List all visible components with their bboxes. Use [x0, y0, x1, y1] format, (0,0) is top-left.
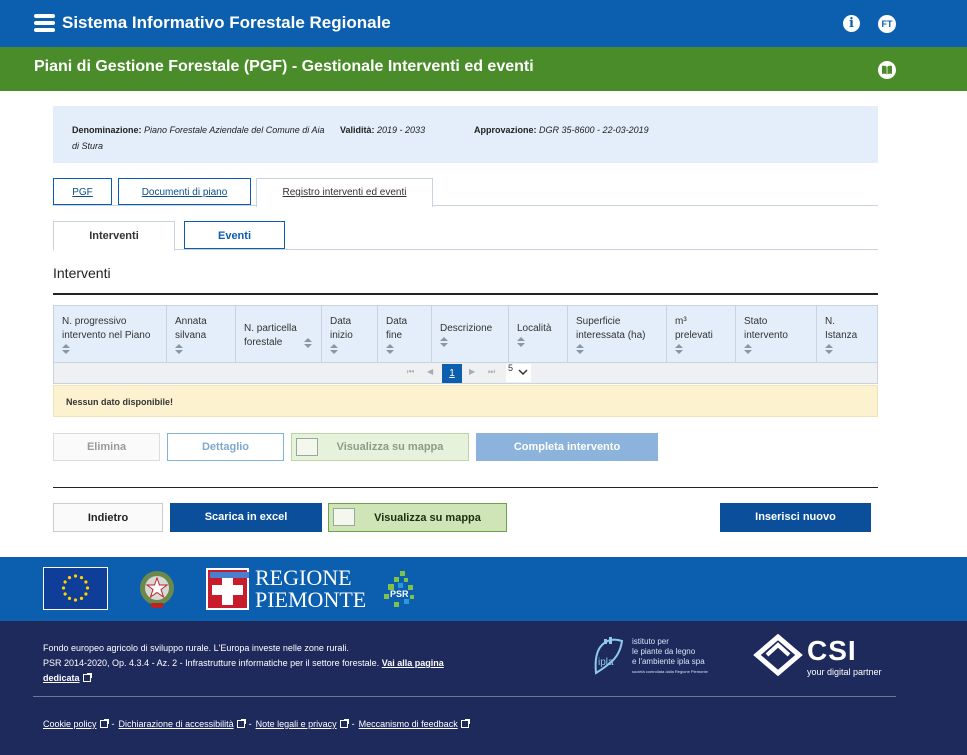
footer-divider	[33, 696, 896, 697]
sort-icon[interactable]	[517, 337, 525, 348]
csi-logo[interactable]: CSI your digital partner	[753, 631, 893, 679]
cookie-policy-link[interactable]: Cookie policy	[43, 719, 109, 729]
col-progressivo[interactable]: N. progressivo intervento nel Piano	[54, 306, 167, 362]
col-superficie[interactable]: Superficie interessata (ha)	[568, 306, 667, 362]
sort-icon[interactable]	[330, 344, 338, 355]
psr-logo: PSR	[380, 569, 418, 609]
footer: Fondo europeo agricolo di sviluppo rural…	[0, 621, 967, 755]
external-link-icon	[236, 719, 246, 728]
italian-republic-emblem	[137, 567, 177, 610]
section-title: Interventi	[53, 265, 111, 281]
col-data-fine[interactable]: Data fine	[378, 306, 432, 362]
footer-text: Fondo europeo agricolo di sviluppo rural…	[43, 643, 444, 683]
funding-logos: REGIONE PIEMONTE PSR	[0, 557, 967, 621]
csi-mark-icon	[753, 633, 803, 677]
divider	[53, 293, 878, 295]
top-navbar: Sistema Informativo Forestale Regionale …	[0, 0, 967, 47]
tab-registro[interactable]: Registro interventi ed eventi	[256, 178, 433, 207]
col-annata[interactable]: Annata silvana	[167, 306, 236, 362]
col-data-inizio[interactable]: Data inizio	[322, 306, 378, 362]
tab-documenti[interactable]: Documenti di piano	[118, 178, 251, 205]
sort-icon[interactable]	[440, 337, 448, 348]
prev-page-icon[interactable]: ◀	[427, 367, 433, 376]
note-legali-link[interactable]: Note legali e privacy	[256, 719, 349, 729]
user-avatar[interactable]: FT	[878, 15, 896, 33]
sub-tabs: Interventi Eventi	[53, 221, 878, 251]
manual-book-icon[interactable]	[878, 61, 896, 79]
approvazione: Approvazione: DGR 35-8600 - 22-03-2019	[474, 125, 649, 135]
col-localita[interactable]: Località	[509, 306, 568, 362]
empty-message: Nessun dato disponibile!	[53, 385, 878, 417]
visualizza-mappa-button-disabled[interactable]: Visualizza su mappa	[291, 433, 469, 461]
sort-icon[interactable]	[386, 344, 394, 355]
sort-icon[interactable]	[825, 344, 833, 355]
feedback-link[interactable]: Meccanismo di feedback	[359, 719, 470, 729]
app-title[interactable]: Sistema Informativo Forestale Regionale	[62, 13, 391, 33]
elimina-button[interactable]: Elimina	[53, 433, 160, 461]
svg-text:ipla: ipla	[598, 657, 614, 668]
menu-icon[interactable]	[34, 14, 55, 32]
page-number-current[interactable]: 1	[442, 364, 462, 383]
validita: Validità: 2019 - 2033	[340, 125, 426, 135]
sort-icon[interactable]	[62, 344, 70, 355]
chevron-down-icon	[518, 369, 528, 375]
page-size-select[interactable]: 5	[506, 363, 531, 382]
sort-icon[interactable]	[175, 344, 183, 355]
table-pager: ⏮ ◀ 1 ▶ ⏭ 5	[53, 363, 878, 384]
denominazione: Denominazione: Piano Forestale Aziendale…	[72, 125, 325, 151]
indietro-button[interactable]: Indietro	[53, 503, 163, 532]
external-link-icon	[99, 719, 109, 728]
col-descrizione[interactable]: Descrizione	[432, 306, 509, 362]
page-header: Piani di Gestione Forestale (PGF) - Gest…	[0, 47, 967, 91]
tab-pgf[interactable]: PGF	[53, 178, 112, 205]
plan-info-box: Denominazione: Piano Forestale Aziendale…	[53, 106, 878, 163]
divider	[53, 487, 878, 488]
external-link-icon	[82, 673, 92, 682]
sort-icon[interactable]	[675, 344, 683, 355]
col-particella[interactable]: N. particella forestale	[236, 306, 322, 362]
first-page-icon[interactable]: ⏮	[407, 367, 414, 377]
ipla-logo[interactable]: ipla istituto per le piante da legno e l…	[592, 633, 732, 677]
last-page-icon[interactable]: ⏭	[488, 367, 495, 377]
external-link-icon	[460, 719, 470, 728]
visualizza-mappa-button[interactable]: Visualizza su mappa	[328, 503, 507, 532]
svg-text:PSR: PSR	[390, 589, 409, 599]
interventi-table: N. progressivo intervento nel Piano Anna…	[53, 305, 878, 363]
next-page-icon[interactable]: ▶	[469, 367, 475, 376]
col-istanza[interactable]: N. Istanza	[817, 306, 877, 362]
col-m3-prelevati[interactable]: m³ prelevati	[667, 306, 736, 362]
page-title: Piani di Gestione Forestale (PGF) - Gest…	[34, 58, 534, 75]
tab-interventi[interactable]: Interventi	[53, 221, 175, 251]
completa-intervento-button[interactable]: Completa intervento	[476, 433, 658, 461]
main-tabs: PGF Documenti di piano Registro interven…	[53, 178, 878, 207]
inserisci-nuovo-button[interactable]: Inserisci nuovo	[720, 503, 871, 532]
tab-eventi[interactable]: Eventi	[184, 221, 285, 249]
sort-icon[interactable]	[304, 338, 312, 349]
sort-icon[interactable]	[744, 344, 752, 355]
external-link-icon	[339, 719, 349, 728]
map-icon	[333, 508, 355, 526]
info-icon[interactable]: i	[843, 15, 860, 32]
dettaglio-button[interactable]: Dettaglio	[167, 433, 284, 461]
eu-flag-logo	[43, 567, 108, 610]
col-stato[interactable]: Stato intervento	[736, 306, 817, 362]
regione-piemonte-logo: REGIONE PIEMONTE	[206, 567, 366, 611]
map-icon	[296, 438, 318, 456]
sort-icon[interactable]	[576, 344, 584, 355]
accessibilita-link[interactable]: Dichiarazione di accessibilità	[119, 719, 246, 729]
footer-links: Cookie policy - Dichiarazione di accessibi…	[43, 719, 470, 729]
scarica-excel-button[interactable]: Scarica in excel	[170, 503, 322, 532]
